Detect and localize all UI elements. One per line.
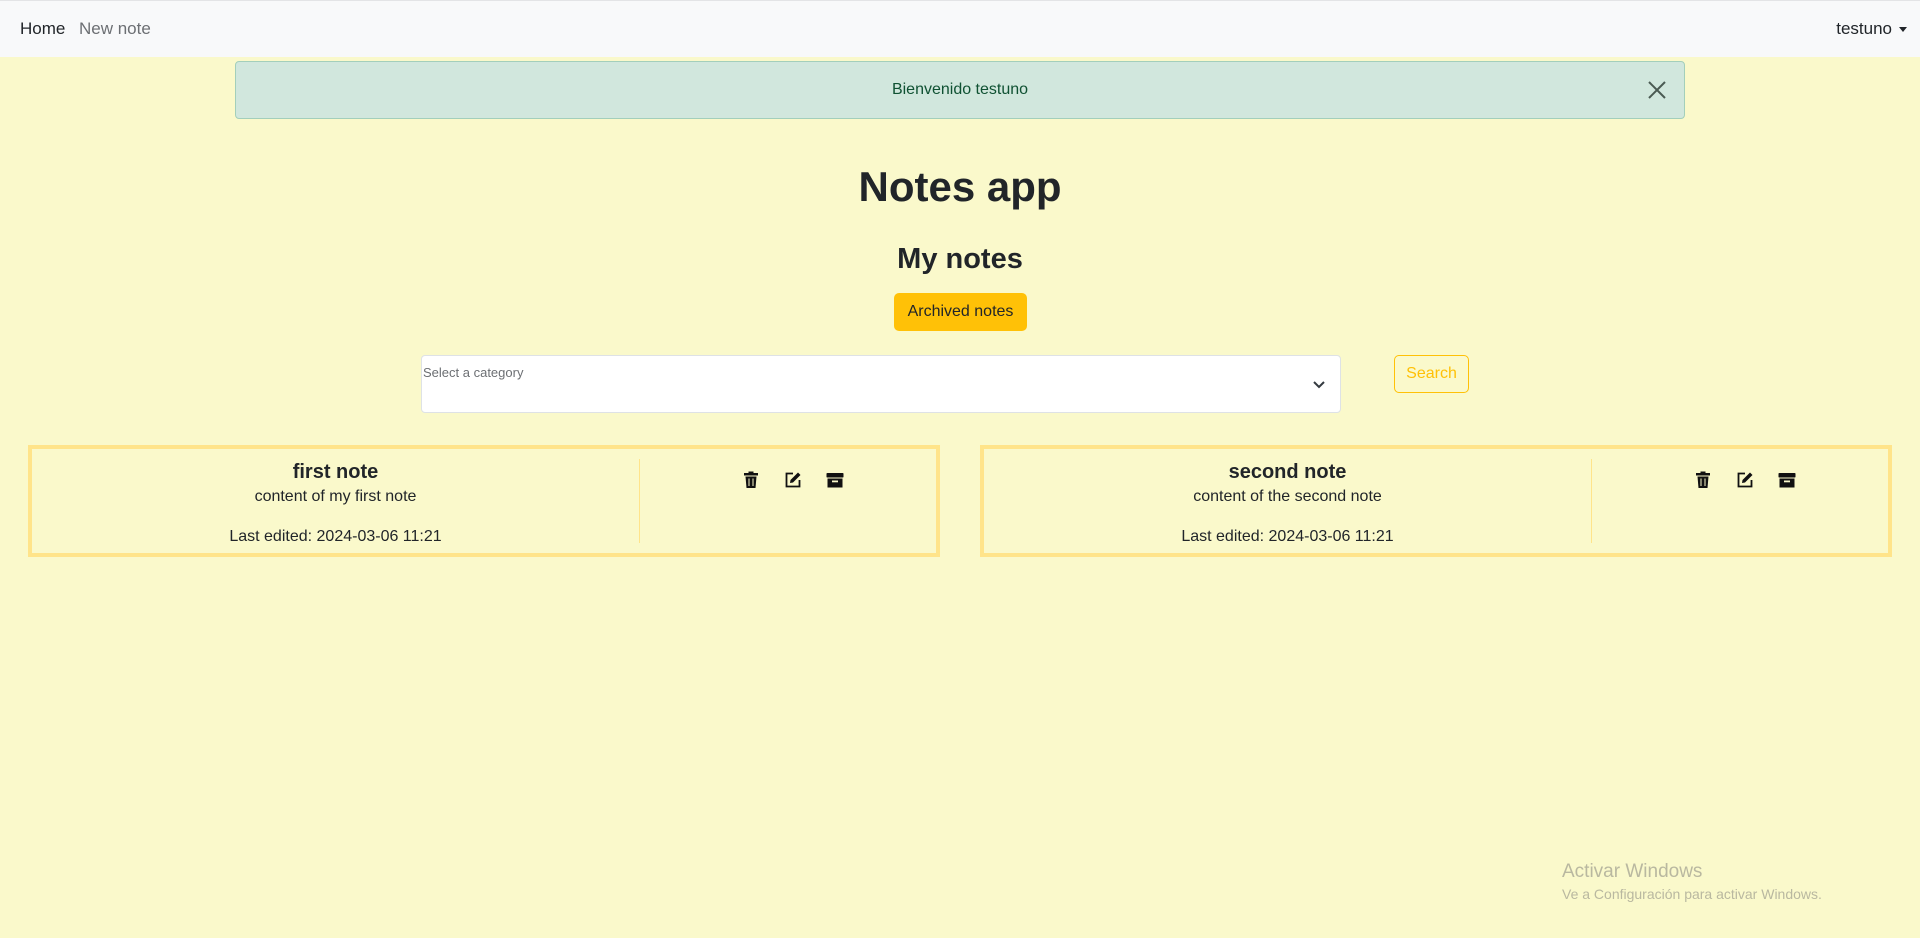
note-body: second note content of the second note L… bbox=[984, 449, 1591, 553]
caret-down-icon[interactable] bbox=[1899, 27, 1907, 32]
note-content: content of the second note bbox=[1193, 488, 1382, 505]
watermark-subtitle: Ve a Configuración para activar Windows. bbox=[1562, 886, 1822, 902]
navbar: Home New note testuno bbox=[0, 0, 1920, 57]
note-last-edited: Last edited: 2024-03-06 11:21 bbox=[229, 528, 442, 545]
search-button[interactable]: Search bbox=[1394, 355, 1469, 393]
note-title: first note bbox=[292, 461, 379, 483]
note-title: second note bbox=[1228, 461, 1347, 483]
page-title: Notes app bbox=[858, 163, 1062, 210]
nav-home-link[interactable]: Home bbox=[20, 19, 65, 39]
note-content: content of my first note bbox=[254, 488, 417, 505]
watermark-title: Activar Windows bbox=[1562, 861, 1703, 882]
archive-icon[interactable] bbox=[1778, 471, 1796, 489]
welcome-alert: Bienvenido testuno bbox=[235, 61, 1685, 119]
note-actions bbox=[640, 449, 936, 553]
alert-message: Bienvenido testuno bbox=[891, 81, 1029, 98]
chevron-down-icon bbox=[1313, 381, 1325, 389]
edit-icon[interactable] bbox=[784, 471, 802, 489]
note-body: first note content of my first note Last… bbox=[32, 449, 639, 553]
category-select[interactable]: Select a category bbox=[421, 355, 1341, 413]
nav-new-note-link[interactable]: New note bbox=[79, 19, 151, 39]
note-card: first note content of my first note Last… bbox=[28, 445, 940, 557]
close-icon[interactable] bbox=[1646, 79, 1668, 101]
trash-icon[interactable] bbox=[1694, 471, 1712, 489]
note-last-edited: Last edited: 2024-03-06 11:21 bbox=[1181, 528, 1394, 545]
trash-icon[interactable] bbox=[742, 471, 760, 489]
archived-notes-button[interactable]: Archived notes bbox=[894, 293, 1027, 331]
note-card: second note content of the second note L… bbox=[980, 445, 1892, 557]
archive-icon[interactable] bbox=[826, 471, 844, 489]
category-select-label: Select a category bbox=[423, 365, 524, 380]
edit-icon[interactable] bbox=[1736, 471, 1754, 489]
note-actions bbox=[1592, 449, 1888, 553]
user-menu-toggle[interactable]: testuno bbox=[1836, 19, 1892, 39]
page-subtitle: My notes bbox=[897, 243, 1023, 275]
